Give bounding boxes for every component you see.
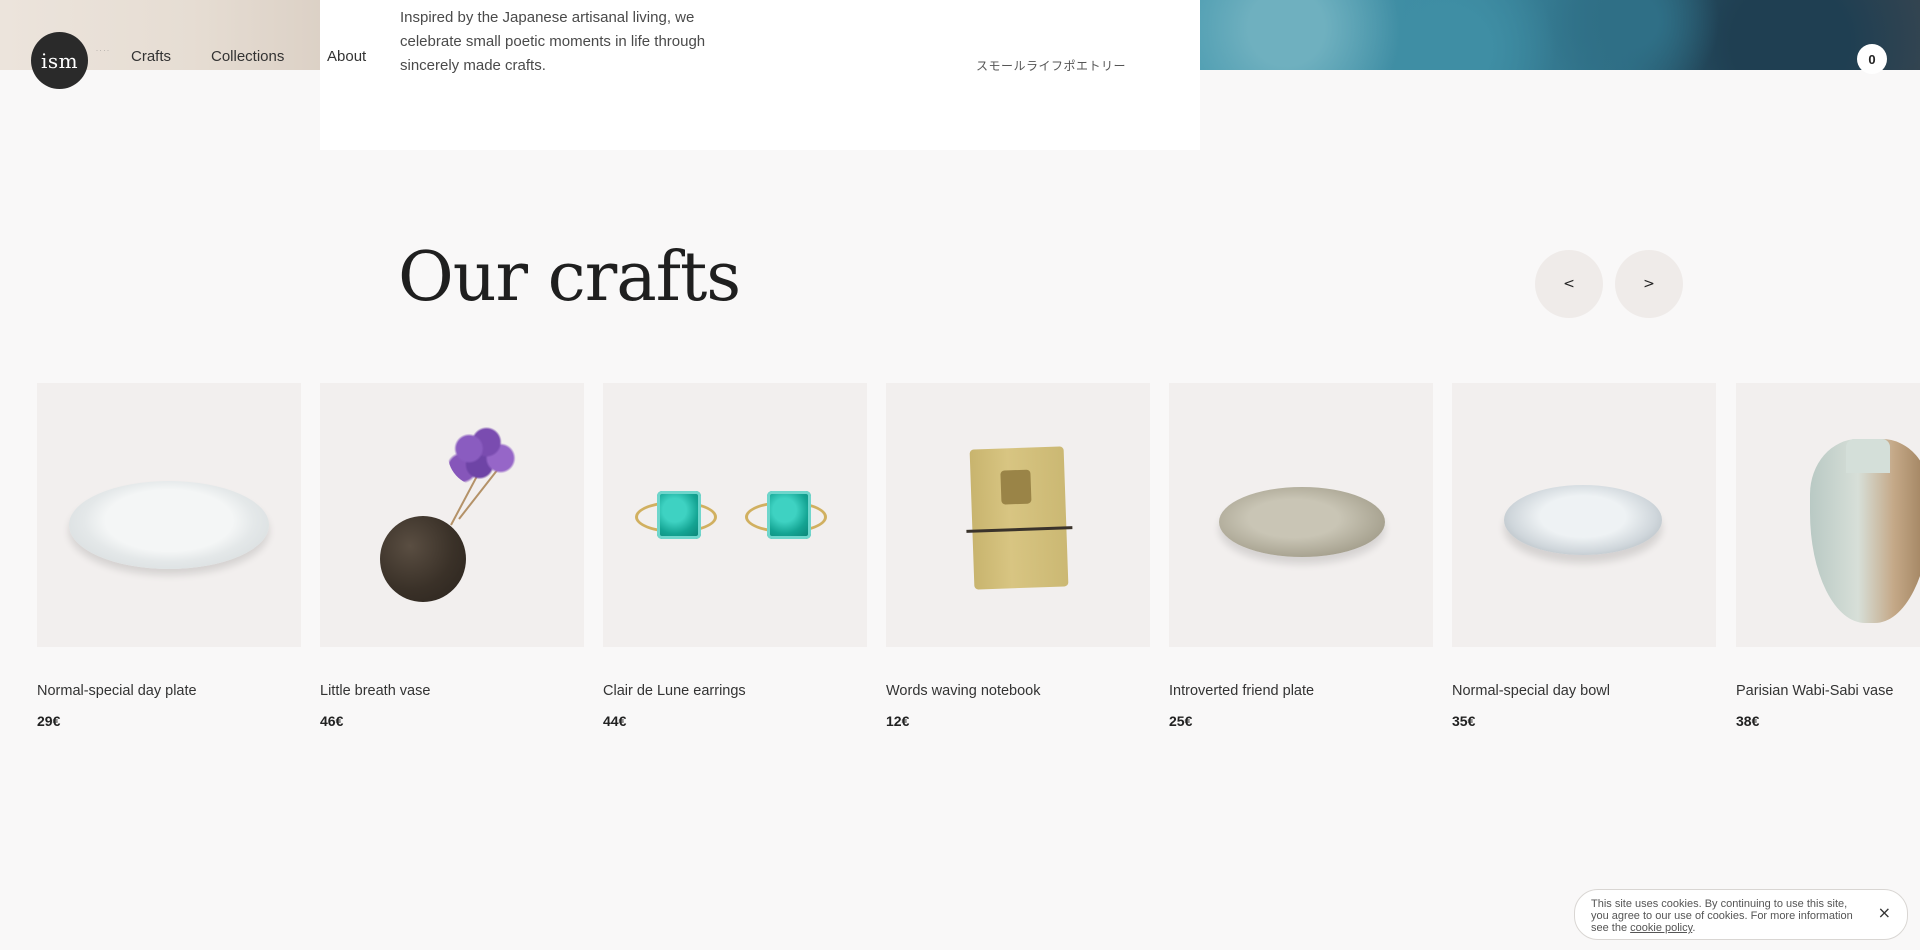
product-card[interactable]: Parisian Wabi-Sabi vase 38€ bbox=[1736, 383, 1920, 729]
product-price: 44€ bbox=[603, 713, 627, 729]
product-price: 29€ bbox=[37, 713, 61, 729]
product-image bbox=[37, 383, 301, 647]
close-icon[interactable]: × bbox=[1878, 903, 1891, 922]
product-image bbox=[603, 383, 867, 647]
carousel-next-button[interactable]: > bbox=[1615, 250, 1683, 318]
carousel-prev-button[interactable]: < bbox=[1535, 250, 1603, 318]
chevron-right-icon: > bbox=[1643, 276, 1655, 292]
product-card[interactable]: Normal-special day bowl 35€ bbox=[1452, 383, 1716, 729]
product-name: Introverted friend plate bbox=[1169, 683, 1315, 699]
product-card[interactable]: Normal-special day plate 29€ bbox=[37, 383, 301, 729]
intro-card: Inspired by the Japanese artisanal livin… bbox=[320, 0, 1200, 150]
product-card[interactable]: Little breath vase 46€ bbox=[320, 383, 584, 729]
cookie-policy-link[interactable]: cookie policy bbox=[1630, 922, 1692, 934]
plate-icon bbox=[1219, 487, 1385, 557]
product-name: Normal-special day bowl bbox=[1452, 683, 1610, 699]
product-price: 38€ bbox=[1736, 713, 1760, 729]
product-price: 12€ bbox=[886, 713, 910, 729]
product-card[interactable]: Introverted friend plate 25€ bbox=[1169, 383, 1433, 729]
product-carousel: Normal-special day plate 29€ Little brea… bbox=[0, 383, 1920, 743]
product-image bbox=[886, 383, 1150, 647]
cart-button[interactable]: 0 bbox=[1857, 44, 1887, 74]
lavender-icon bbox=[448, 423, 518, 487]
vase-icon bbox=[380, 516, 466, 602]
product-image bbox=[1736, 383, 1920, 647]
bowl-icon bbox=[1504, 485, 1662, 555]
intro-text: Inspired by the Japanese artisanal livin… bbox=[400, 9, 706, 74]
vase-neck bbox=[1846, 439, 1890, 473]
earring-icon bbox=[745, 491, 827, 539]
japanese-tagline: スモールライフポエトリー bbox=[976, 59, 1127, 73]
product-image bbox=[1169, 383, 1433, 647]
product-image bbox=[1452, 383, 1716, 647]
cookie-banner: This site uses cookies. By continuing to… bbox=[1574, 889, 1908, 940]
product-name: Little breath vase bbox=[320, 683, 431, 699]
nav-item-crafts[interactable]: Crafts bbox=[131, 48, 171, 65]
plate-icon bbox=[69, 481, 269, 569]
logo[interactable]: ism bbox=[31, 32, 88, 89]
product-card[interactable]: Clair de Lune earrings 44€ bbox=[603, 383, 867, 729]
hero-image-right bbox=[1200, 0, 1920, 70]
chevron-left-icon: < bbox=[1563, 276, 1575, 292]
product-name: Clair de Lune earrings bbox=[603, 683, 746, 699]
logo-text: ism bbox=[40, 48, 79, 73]
product-name: Parisian Wabi-Sabi vase bbox=[1736, 683, 1894, 699]
earring-icon bbox=[635, 491, 717, 539]
product-price: 46€ bbox=[320, 713, 344, 729]
nav-item-collections[interactable]: Collections bbox=[211, 48, 284, 65]
logo-subtext: · · · · bbox=[96, 48, 109, 54]
section-title: Our crafts bbox=[398, 238, 741, 317]
cookie-suffix: . bbox=[1692, 922, 1696, 934]
product-price: 25€ bbox=[1169, 713, 1193, 729]
product-card[interactable]: Words waving notebook 12€ bbox=[886, 383, 1150, 729]
product-image bbox=[320, 383, 584, 647]
product-name: Normal-special day plate bbox=[37, 683, 197, 699]
product-name: Words waving notebook bbox=[886, 683, 1041, 699]
product-price: 35€ bbox=[1452, 713, 1476, 729]
cart-count: 0 bbox=[1868, 51, 1876, 67]
nav-item-about[interactable]: About bbox=[327, 48, 366, 65]
notebook-icon bbox=[966, 446, 1073, 590]
